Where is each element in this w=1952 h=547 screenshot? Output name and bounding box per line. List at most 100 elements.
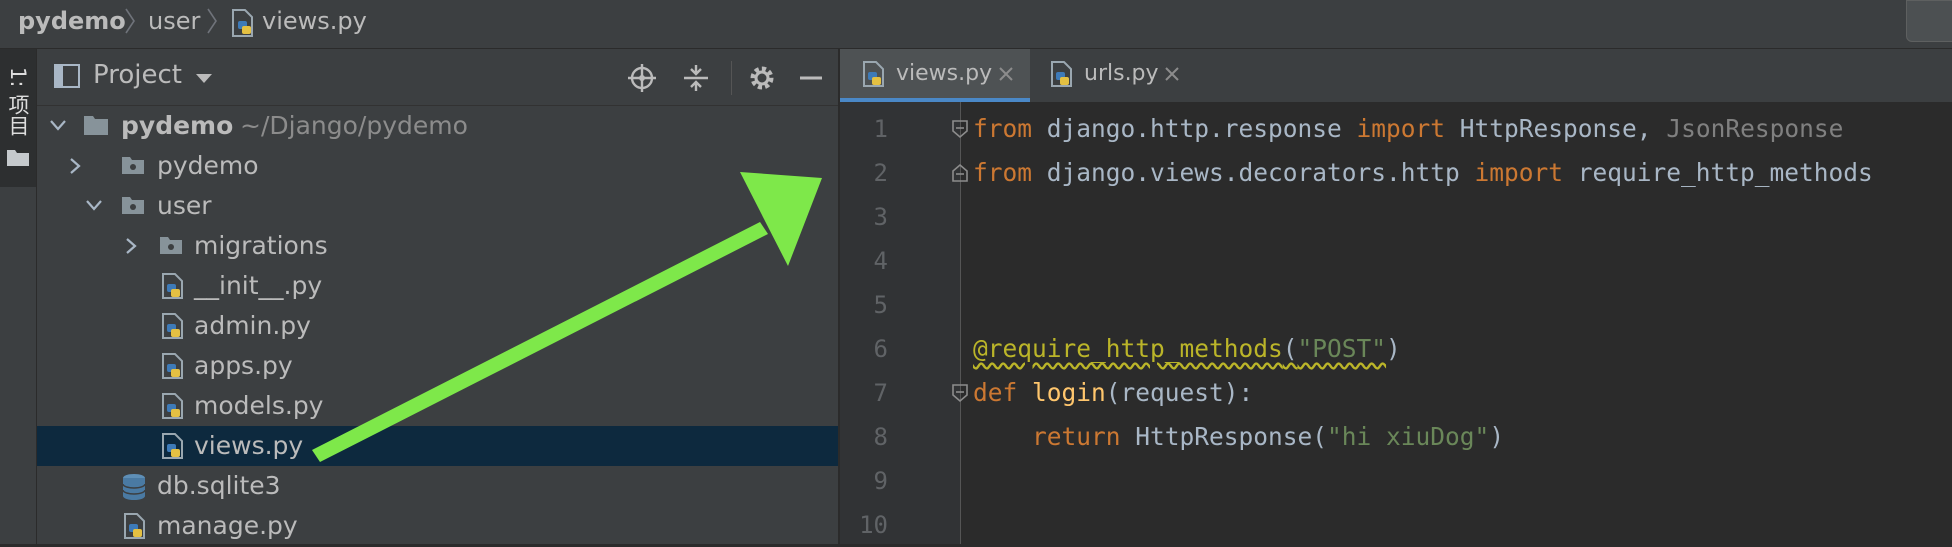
tree-row[interactable]: apps.py [37,346,838,386]
tree-row[interactable]: user [37,186,838,226]
tree-row[interactable]: db.sqlite3 [37,466,838,506]
code-keyword: import [1474,158,1564,187]
fold-marker-icon[interactable] [950,163,970,183]
code-keyword: from [973,158,1033,187]
line-number: 4 [873,247,888,275]
tree-item-path: ~/Django/pydemo [240,111,468,140]
run-config-widget[interactable] [1906,0,1952,42]
code-editor[interactable]: 1 2 3 4 5 6 7 8 9 10 from django.http.re… [840,102,1952,544]
locate-file-icon[interactable] [627,63,657,93]
tree-item-label: models.py [194,391,324,420]
fold-marker-icon[interactable] [950,119,970,139]
close-icon[interactable] [1164,66,1180,82]
python-file-icon [162,433,183,459]
code-paren: ( [1282,334,1298,363]
code-keyword: def [973,378,1018,407]
chevron-right-icon [207,8,217,34]
code-params: (request): [1105,378,1254,407]
code-paren: ) [1386,334,1401,363]
editor-tab-bar: views.py urls.py [840,49,1952,103]
gear-icon[interactable] [747,63,777,93]
tree-row[interactable]: models.py [37,386,838,426]
tab-views-py[interactable]: views.py [840,49,1030,102]
fold-marker-icon[interactable] [950,383,970,403]
folder-icon [7,150,29,166]
code-keyword: from [973,114,1033,143]
tree-row[interactable]: admin.py [37,306,838,346]
line-number: 1 [873,115,888,143]
package-folder-icon [160,237,182,254]
code-line-2[interactable]: from django.views.decorators.http import… [973,151,1873,195]
project-view-selector[interactable]: Project [93,60,182,90]
code-import-names: HttpResponse, [1445,114,1652,143]
package-folder-icon [122,157,144,174]
python-file-icon [232,9,253,37]
line-number: 9 [873,467,888,495]
code-keyword: return [1032,422,1121,451]
line-number: 3 [873,203,888,231]
navigation-bar: pydemo user views.py [0,0,1952,49]
tree-row[interactable]: migrations [37,226,838,266]
line-number: 5 [873,291,888,319]
chevron-down-icon[interactable] [85,198,103,214]
code-line-6[interactable]: @require_http_methods("POST") [973,327,1401,371]
code-call: HttpResponse( [1120,422,1328,451]
code-line-8[interactable]: return HttpResponse("hi xiuDog") [973,415,1504,459]
tree-row-root[interactable]: pydemo ~/Django/pydemo [37,106,838,146]
code-line-1[interactable]: from django.http.response import HttpRes… [973,107,1843,151]
project-tab-label: 1: 项目 [6,67,30,137]
tree-item-label: admin.py [194,311,311,340]
python-file-icon [124,513,145,539]
line-number: 6 [873,335,888,363]
python-file-icon [162,273,183,299]
close-icon[interactable] [998,66,1014,82]
chevron-right-icon[interactable] [67,157,83,175]
code-function-name: login [1032,378,1106,407]
tool-window-strip: 1: 项目 [0,49,37,544]
tab-label: views.py [896,61,993,86]
dropdown-arrow-icon[interactable] [195,73,213,85]
tree-row[interactable]: manage.py [37,506,838,546]
tree-item-label: manage.py [157,511,298,540]
code-module: django.views.decorators.http [1032,158,1475,187]
chevron-right-icon [125,8,135,34]
tree-row-selected[interactable]: views.py [37,426,838,466]
hide-panel-icon[interactable] [797,63,825,93]
tree-item-label: views.py [194,431,304,460]
tab-label: urls.py [1084,61,1159,86]
python-file-icon [863,61,884,87]
tree-item-label: apps.py [194,351,293,380]
project-panel-header: Project [37,49,838,106]
collapse-all-icon[interactable] [681,63,711,93]
code-line-7[interactable]: def login(request): [973,371,1253,415]
tree-item-label: pydemo [121,111,234,140]
project-view-icon [54,64,80,88]
breadcrumb-folder[interactable]: user [148,0,200,48]
breadcrumb-file[interactable]: views.py [262,0,367,48]
tree-item-label: db.sqlite3 [157,471,281,500]
breadcrumb-project[interactable]: pydemo [18,0,126,48]
project-tool-tab[interactable]: 1: 项目 [0,49,36,187]
line-number: 7 [873,379,888,407]
chevron-down-icon[interactable] [49,118,67,134]
code-decorator: @require_http_methods [973,334,1283,363]
line-number-gutter: 1 2 3 4 5 6 7 8 9 10 [840,102,960,544]
database-icon [122,474,146,500]
python-file-icon [1051,61,1072,87]
chevron-right-icon[interactable] [123,237,139,255]
tab-urls-py[interactable]: urls.py [1030,49,1200,102]
code-keyword: import [1356,114,1446,143]
python-file-icon [162,313,183,339]
tree-item-label: __init__.py [194,271,323,300]
line-number: 2 [873,159,888,187]
folder-icon [84,116,108,135]
python-file-icon [162,393,183,419]
code-unused-import: JsonResponse [1651,114,1844,143]
line-number: 10 [859,511,888,539]
project-panel: Project pydemo ~/Django/pydemo pydemo us… [37,49,838,544]
code-string: "hi xiuDog" [1327,422,1490,451]
tree-row[interactable]: __init__.py [37,266,838,306]
tree-row[interactable]: pydemo [37,146,838,186]
code-paren: ) [1489,422,1505,451]
